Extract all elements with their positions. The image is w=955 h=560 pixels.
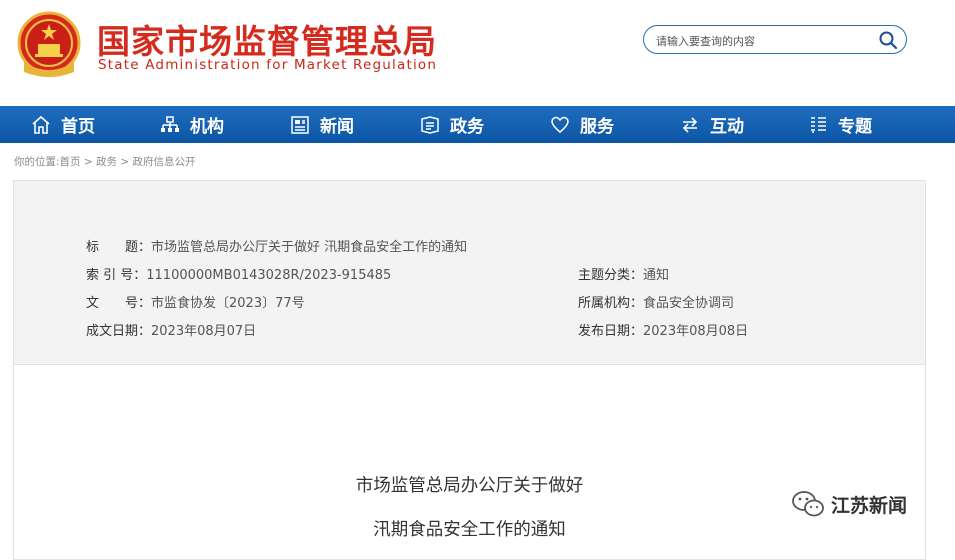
meta-agency-label: 所属机构： <box>578 296 644 311</box>
meta-docno-label: 文 号： <box>86 296 152 311</box>
article-container: 标 题：市场监管总局办公厅关于做好 汛期食品安全工作的通知 索 引 号：1110… <box>13 180 926 560</box>
search-icon[interactable] <box>878 30 898 50</box>
meta-title-label: 标 题： <box>86 240 152 255</box>
meta-category-row: 主题分类：通知 <box>578 264 669 283</box>
meta-title-row: 标 题：市场监管总局办公厅关于做好 汛期食品安全工作的通知 <box>86 236 467 255</box>
topic-list-icon <box>811 116 826 133</box>
meta-index-value: 11100000MB0143028R/2023-915485 <box>146 268 392 283</box>
document-title-line-1: 市场监管总局办公厅关于做好 <box>355 476 584 496</box>
nav-item-news[interactable]: 新闻 <box>290 106 354 143</box>
source-watermark: 江苏新闻 <box>791 489 907 519</box>
org-icon <box>161 115 179 132</box>
breadcrumb: 你的位置:首页 > 政务 > 政府信息公开 <box>14 154 196 169</box>
breadcrumb-separator: > <box>117 156 133 168</box>
breadcrumb-gov-affairs[interactable]: 政务 <box>96 156 117 168</box>
breadcrumb-separator: > <box>80 156 97 168</box>
watermark-text: 江苏新闻 <box>831 494 908 517</box>
nav-label: 专题 <box>838 117 872 137</box>
nav-item-org[interactable]: 机构 <box>160 106 224 143</box>
meta-created-value: 2023年08月07日 <box>151 324 257 339</box>
document-meta-panel: 标 题：市场监管总局办公厅关于做好 汛期食品安全工作的通知 索 引 号：1110… <box>14 181 925 365</box>
gov-affairs-icon <box>421 115 439 134</box>
search-input[interactable]: 请输入要查询的内容 <box>656 33 755 49</box>
breadcrumb-home[interactable]: 首页 <box>60 156 81 168</box>
wechat-icon <box>792 491 824 517</box>
nav-label: 服务 <box>580 117 614 137</box>
nav-item-home[interactable]: 首页 <box>31 106 95 143</box>
meta-title-value: 市场监管总局办公厅关于做好 汛期食品安全工作的通知 <box>151 240 468 255</box>
nav-item-service[interactable]: 服务 <box>550 106 614 143</box>
meta-docno-row: 文 号：市监食协发〔2023〕77号 <box>86 292 305 311</box>
breadcrumb-prefix: 你的位置: <box>14 156 60 168</box>
exchange-icon <box>682 116 698 133</box>
meta-created-label: 成文日期： <box>86 324 152 339</box>
nav-label: 互动 <box>710 117 744 137</box>
meta-published-label: 发布日期： <box>578 324 644 339</box>
search-box[interactable]: 请输入要查询的内容 <box>643 25 907 54</box>
site-header: 国家市场监督管理总局 State Administration for Mark… <box>0 0 955 106</box>
meta-index-row: 索 引 号：11100000MB0143028R/2023-915485 <box>86 264 391 283</box>
meta-created-row: 成文日期：2023年08月07日 <box>86 320 256 339</box>
document-title-line-2: 汛期食品安全工作的通知 <box>373 520 566 540</box>
meta-docno-value: 市监食协发〔2023〕77号 <box>151 296 305 311</box>
meta-index-label: 索 引 号： <box>86 268 147 283</box>
meta-category-value: 通知 <box>643 268 670 283</box>
meta-agency-row: 所属机构：食品安全协调司 <box>578 292 734 311</box>
nav-item-gov-affairs[interactable]: 政务 <box>420 106 484 143</box>
main-nav: 首页 机构 新闻 政务 服务 互动 专题 <box>0 106 955 143</box>
meta-category-label: 主题分类： <box>578 268 644 283</box>
nav-item-topics[interactable]: 专题 <box>808 106 872 143</box>
nav-item-interaction[interactable]: 互动 <box>680 106 744 143</box>
site-subtitle: State Administration for Market Regulati… <box>98 57 438 73</box>
breadcrumb-gov-info[interactable]: 政府信息公开 <box>133 156 196 168</box>
meta-agency-value: 食品安全协调司 <box>643 296 735 311</box>
meta-published-row: 发布日期：2023年08月08日 <box>578 320 748 339</box>
heart-icon <box>551 116 569 133</box>
nav-label: 新闻 <box>320 117 354 137</box>
nav-label: 政务 <box>450 117 484 137</box>
news-icon <box>291 115 309 134</box>
nav-label: 首页 <box>61 117 95 137</box>
meta-published-value: 2023年08月08日 <box>643 324 749 339</box>
national-emblem-icon[interactable] <box>16 10 82 80</box>
site-title[interactable]: 国家市场监督管理总局 <box>97 15 437 63</box>
home-icon <box>32 115 50 134</box>
nav-label: 机构 <box>190 117 224 137</box>
